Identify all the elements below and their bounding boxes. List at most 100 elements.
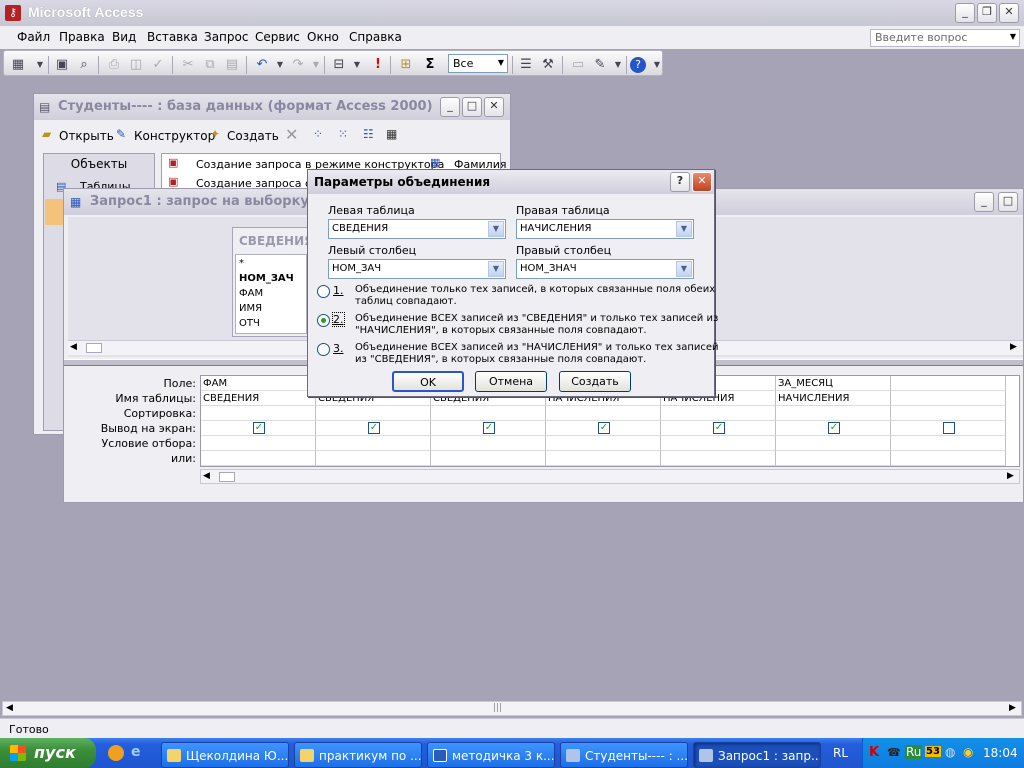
taskbar-task[interactable]: практикум по ...	[294, 742, 422, 768]
grid-cell-or[interactable]	[431, 451, 546, 466]
network-icon[interactable]: ☎	[887, 746, 901, 759]
view-icon[interactable]: ▦	[8, 55, 28, 75]
database-window-titlebar[interactable]: ▤ Студенты---- : база данных (формат Acc…	[34, 94, 510, 120]
join-option-1-radio[interactable]	[317, 285, 330, 298]
grid-cell-table[interactable]: НАЧИСЛЕНИЯ	[776, 391, 891, 406]
taskbar-task[interactable]: Щеколдина Ю....	[161, 742, 289, 768]
taskbar-task[interactable]: методичка 3 к...	[427, 742, 555, 768]
grid-cell-field[interactable]	[891, 376, 1006, 391]
help-question-input[interactable]: Введите вопрос ▼	[870, 29, 1020, 47]
chevron-down-icon[interactable]: ▼	[488, 261, 504, 277]
grid-cell-sort[interactable]	[431, 406, 546, 421]
show-checkbox[interactable]: ✓	[828, 422, 840, 434]
delete-icon[interactable]: ✕	[285, 125, 298, 144]
undo-dropdown-icon[interactable]: ▼	[270, 55, 290, 75]
chevron-down-icon[interactable]: ▼	[676, 261, 692, 277]
field-item[interactable]: ФАМ	[239, 288, 263, 299]
join-option-3-radio[interactable]	[317, 343, 330, 356]
grid-cell-criteria[interactable]	[316, 436, 431, 451]
right-table-select[interactable]: НАЧИСЛЕНИЯ ▼	[516, 219, 694, 239]
help-icon[interactable]: ?	[630, 57, 646, 73]
create-join-button[interactable]: Создать	[559, 371, 631, 392]
grid-cell-show[interactable]	[891, 421, 1006, 436]
show-checkbox[interactable]: ✓	[253, 422, 265, 434]
taskbar-task-active[interactable]: Запрос1 : запр...	[693, 742, 821, 768]
top-values-select[interactable]: Все ▼	[448, 54, 508, 73]
show-checkbox[interactable]: ✓	[713, 422, 725, 434]
paste-icon[interactable]: ▤	[222, 55, 242, 75]
design-button[interactable]: Конструктор	[134, 129, 215, 143]
grid-cell-sort[interactable]	[891, 406, 1006, 421]
search-file-icon[interactable]: ⌕	[74, 55, 94, 75]
field-item[interactable]: ИМЯ	[239, 303, 262, 314]
tray-language[interactable]: Ru	[905, 745, 923, 759]
undo-icon[interactable]: ↶	[252, 55, 272, 75]
menu-help[interactable]: Справка	[349, 26, 402, 48]
scroll-right-icon[interactable]: ▶	[1007, 471, 1014, 481]
new-object-icon[interactable]: ✎	[590, 55, 610, 75]
query-type-icon[interactable]: ⊟	[329, 55, 349, 75]
start-button[interactable]: пуск	[0, 738, 96, 768]
grid-cell-or[interactable]	[661, 451, 776, 466]
grid-horizontal-scrollbar[interactable]: ◀ ▶	[200, 469, 1020, 484]
minimize-icon[interactable]: _	[974, 192, 994, 212]
maximize-icon[interactable]: □	[462, 97, 482, 117]
menu-file[interactable]: Файл	[17, 26, 50, 48]
create-button[interactable]: Создать	[227, 129, 279, 143]
menu-window[interactable]: Окно	[307, 26, 339, 48]
grid-cell-show[interactable]: ✓	[316, 421, 431, 436]
join-option-2-number[interactable]: 2.	[332, 312, 345, 327]
left-column-select[interactable]: НОМ_ЗАЧ ▼	[328, 259, 506, 279]
menu-tools[interactable]: Сервис	[255, 26, 300, 48]
details-icon[interactable]: ▦	[386, 127, 397, 141]
toolbar-options-icon[interactable]: ▼	[652, 55, 662, 75]
small-icons-icon[interactable]: ⁙	[338, 127, 348, 141]
print-icon[interactable]: ⎙	[104, 55, 124, 75]
chevron-down-icon[interactable]: ▼	[488, 221, 504, 237]
new-object-dropdown-icon[interactable]: ▼	[608, 55, 628, 75]
grid-cell-table[interactable]	[891, 391, 1006, 406]
menu-insert[interactable]: Вставка	[147, 26, 198, 48]
show-table-icon[interactable]: ⊞	[396, 55, 416, 75]
scroll-thumb[interactable]	[86, 343, 102, 353]
workspace-horizontal-scrollbar[interactable]: ◀ ||| ▶	[2, 701, 1022, 716]
field-list-svedeniya[interactable]: СВЕДЕНИЯ * НОМ_ЗАЧ ФАМ ИМЯ ОТЧ	[232, 227, 313, 337]
redo-dropdown-icon[interactable]: ▼	[306, 55, 326, 75]
language-indicator[interactable]: RL	[833, 746, 848, 760]
grid-cell-show[interactable]: ✓	[431, 421, 546, 436]
spelling-icon[interactable]: ✓	[148, 55, 168, 75]
grid-cell-sort[interactable]	[776, 406, 891, 421]
properties-icon[interactable]: ☰	[516, 55, 536, 75]
large-icons-icon[interactable]: ⁘	[313, 127, 323, 141]
build-icon[interactable]: ⚒	[538, 55, 558, 75]
help-icon[interactable]: ?	[670, 172, 690, 192]
view-dropdown-icon[interactable]: ▼	[30, 55, 50, 75]
grid-cell-criteria[interactable]	[891, 436, 1006, 451]
show-checkbox[interactable]: ✓	[483, 422, 495, 434]
database-window-icon[interactable]: ▭	[568, 55, 588, 75]
totals-icon[interactable]: Σ	[420, 55, 440, 75]
scroll-left-icon[interactable]: ◀	[70, 342, 77, 352]
kaspersky-icon[interactable]: K	[869, 745, 879, 760]
menu-query[interactable]: Запрос	[204, 26, 248, 48]
grid-cell-sort[interactable]	[201, 406, 316, 421]
field-item[interactable]: НОМ_ЗАЧ	[239, 273, 294, 284]
run-icon[interactable]: !	[368, 55, 388, 75]
ie-icon[interactable]: e	[131, 744, 141, 760]
grid-cell-or[interactable]	[546, 451, 661, 466]
open-button[interactable]: Открыть	[59, 129, 114, 143]
grid-cell-field[interactable]: ФАМ	[201, 376, 316, 391]
show-checkbox[interactable]: ✓	[368, 422, 380, 434]
taskbar-task[interactable]: Студенты---- : ...	[560, 742, 688, 768]
save-icon[interactable]: ▣	[52, 55, 72, 75]
grid-cell-show[interactable]: ✓	[201, 421, 316, 436]
cancel-button[interactable]: Отмена	[475, 371, 547, 392]
grid-cell-criteria[interactable]	[431, 436, 546, 451]
left-table-select[interactable]: СВЕДЕНИЯ ▼	[328, 219, 506, 239]
grid-cell-sort[interactable]	[661, 406, 776, 421]
minimize-icon[interactable]: _	[440, 97, 460, 117]
grid-cell-or[interactable]	[201, 451, 316, 466]
cut-icon[interactable]: ✂	[178, 55, 198, 75]
grid-cell-criteria[interactable]	[546, 436, 661, 451]
monitor-icon[interactable]: ◉	[963, 745, 973, 759]
